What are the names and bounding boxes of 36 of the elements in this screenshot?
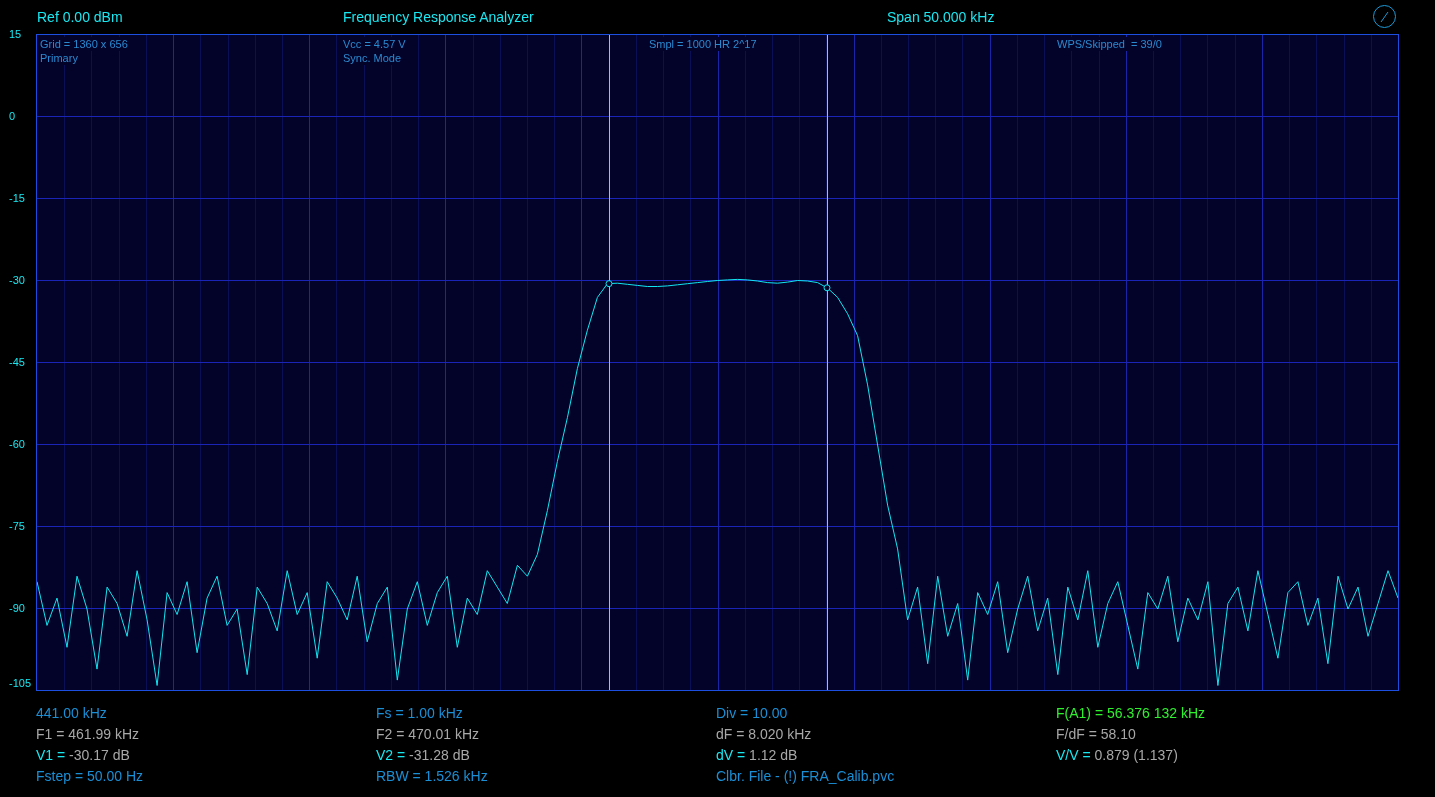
dial-icon[interactable]	[1372, 4, 1397, 29]
readout-text: F2 = 470.01 kHz	[376, 725, 480, 744]
axis-tick-label: -30	[9, 274, 25, 286]
axis-tick-label: -75	[9, 520, 25, 532]
readout-text: Clbr. File - (!) FRA_Calib.pvc	[716, 767, 895, 786]
status-text: Grid = 1360 x 656	[40, 37, 128, 51]
readout-text: F(A1) = 56.376 132 kHz	[1056, 704, 1206, 723]
readout-text: Fs = 1.00 kHz	[376, 704, 463, 723]
readout-text: RBW = 1.526 kHz	[376, 767, 488, 786]
readout-text: dF = 8.020 kHz	[716, 725, 812, 744]
span-value: Span 50.000 kHz	[887, 7, 995, 27]
status-text: Smpl = 1000 HR 2^17	[649, 37, 757, 51]
axis-tick-label: -60	[9, 438, 25, 450]
readout-text: 441.00 kHz	[36, 704, 107, 723]
status-text: Sync. Mode	[343, 51, 402, 65]
status-text: WPS/Skipped = 39/0	[1057, 37, 1162, 51]
window-title: Frequency Response Analyzer	[343, 7, 535, 27]
readout-text: V1 = -30.17 dB	[36, 746, 130, 765]
readout-text: Fstep = 50.00 Hz	[36, 767, 143, 786]
readout-text: F/dF = 58.10	[1056, 725, 1136, 744]
axis-tick-label: -105	[9, 677, 32, 689]
readout-text: V/V = 0.879 (1.137)	[1056, 746, 1178, 765]
readout-text: V2 = -31.28 dB	[376, 746, 470, 765]
marker-point[interactable]	[823, 284, 831, 292]
axis-tick-label: 0	[9, 110, 16, 122]
readout-text: Div = 10.00	[716, 704, 788, 723]
status-text: Primary	[40, 51, 78, 65]
status-text: Vcc = 4.57 V	[343, 37, 406, 51]
readout-text: dV = 1.12 dB	[716, 746, 798, 765]
axis-tick-label: 15	[9, 28, 22, 40]
axis-tick-label: -15	[9, 192, 25, 204]
marker-point[interactable]	[605, 280, 613, 288]
axis-tick-label: -45	[9, 356, 25, 368]
readout-text: F1 = 461.99 kHz	[36, 725, 140, 744]
reference-level: Ref 0.00 dBm	[37, 7, 124, 27]
axis-tick-label: -90	[9, 602, 25, 614]
